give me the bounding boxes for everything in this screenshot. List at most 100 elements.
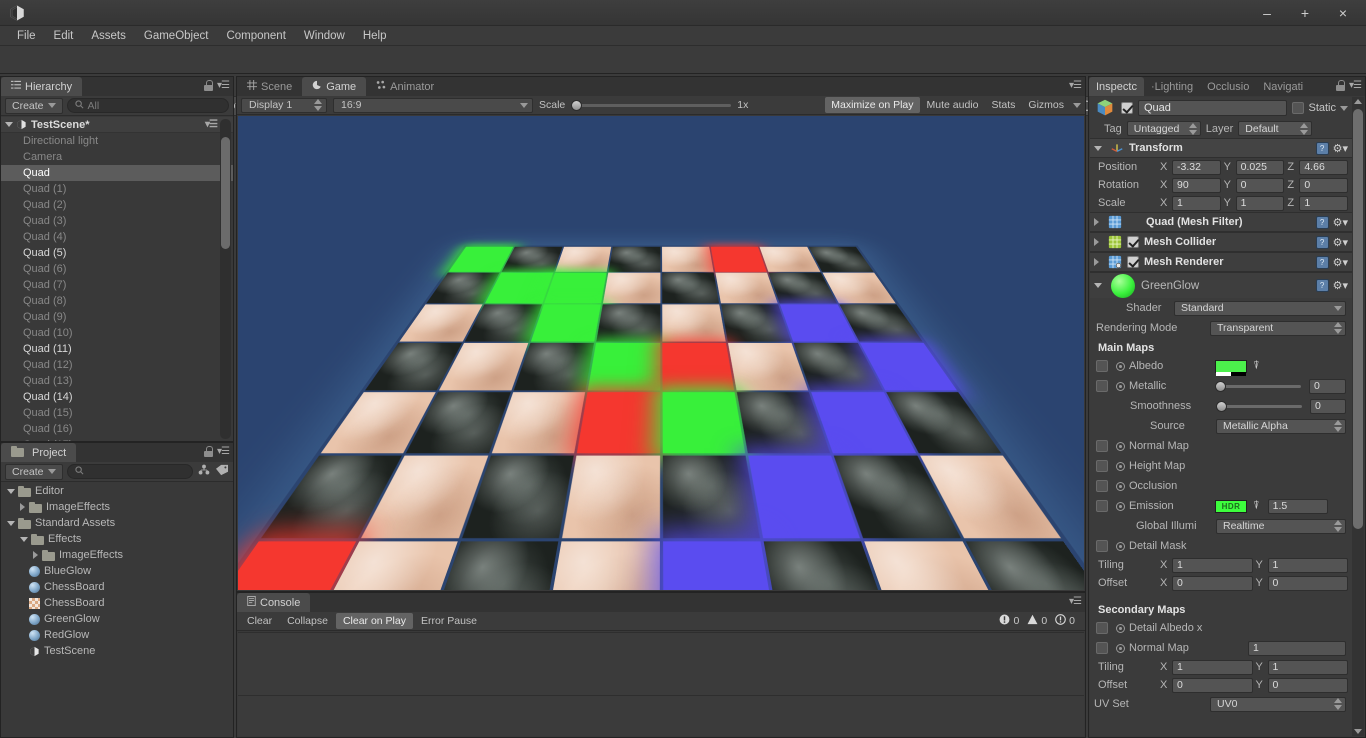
project-create-button[interactable]: Create: [5, 463, 63, 480]
metallic-slider-knob[interactable]: [1215, 380, 1226, 392]
detail-albedo-target-icon[interactable]: [1116, 623, 1125, 633]
transform-scale-x-input[interactable]: 1: [1172, 195, 1221, 211]
source-dropdown[interactable]: Metallic Alpha: [1216, 418, 1346, 434]
height-map-texture-slot[interactable]: [1096, 460, 1108, 472]
hierarchy-item[interactable]: Quad (15): [1, 405, 233, 421]
chevron-right-icon[interactable]: [33, 551, 38, 559]
game-render-viewport[interactable]: [238, 116, 1084, 590]
lock-icon[interactable]: [204, 80, 214, 91]
metallic-slider[interactable]: [1215, 380, 1301, 392]
project-item[interactable]: ImageEffects: [1, 499, 233, 515]
offset-y-input[interactable]: 0: [1267, 575, 1348, 591]
hierarchy-create-button[interactable]: Create: [5, 97, 63, 114]
hierarchy-scroll-thumb[interactable]: [221, 137, 230, 249]
tab-animator[interactable]: Animator: [366, 77, 444, 96]
hierarchy-item[interactable]: Quad (11): [1, 341, 233, 357]
project-search-input[interactable]: [66, 464, 193, 479]
minimize-button[interactable]: –: [1248, 0, 1286, 26]
emission-color-swatch[interactable]: HDR: [1215, 499, 1247, 513]
static-checkbox[interactable]: [1292, 102, 1305, 114]
occlusion-target-icon[interactable]: [1116, 481, 1125, 491]
eyedropper-icon[interactable]: ⍒: [1253, 500, 1260, 513]
project-item[interactable]: ChessBoard: [1, 579, 233, 595]
transform-scale-z-input[interactable]: 1: [1299, 195, 1349, 211]
hierarchy-item[interactable]: Quad (16): [1, 421, 233, 437]
hierarchy-item[interactable]: Quad (8): [1, 293, 233, 309]
maximize-button[interactable]: +: [1286, 0, 1324, 26]
shader-dropdown[interactable]: Standard: [1174, 300, 1346, 316]
material-header[interactable]: GreenGlow ? ⚙▾: [1090, 272, 1352, 298]
transform-component-header[interactable]: Transform ? ⚙▾: [1090, 138, 1352, 158]
component-enabled-checkbox[interactable]: [1127, 256, 1139, 268]
project-menu-icon[interactable]: ▾☰: [217, 446, 230, 457]
gizmos-dropdown[interactable]: Gizmos: [1022, 97, 1070, 113]
chevron-down-icon[interactable]: [1094, 145, 1102, 151]
transform-position-z-input[interactable]: 4.66: [1299, 159, 1349, 175]
component-header[interactable]: Mesh Renderer? ⚙▾: [1090, 252, 1352, 272]
inspector-scrollbar[interactable]: [1352, 97, 1364, 736]
sec-normal-value-input[interactable]: 1: [1248, 640, 1346, 656]
transform-rotation-y-input[interactable]: 0: [1235, 177, 1285, 193]
transform-scale-y-input[interactable]: 1: [1235, 195, 1285, 211]
component-header[interactable]: Quad (Mesh Filter)? ⚙▾: [1090, 212, 1352, 232]
chevron-right-icon[interactable]: [1094, 258, 1099, 266]
console-warning-counter[interactable]: 0: [1024, 614, 1050, 628]
project-item[interactable]: BlueGlow: [1, 563, 233, 579]
hierarchy-search-input[interactable]: All: [66, 98, 229, 113]
help-icon[interactable]: ?: [1315, 215, 1329, 229]
occlusion-texture-slot[interactable]: [1096, 480, 1108, 492]
hierarchy-item[interactable]: Quad (14): [1, 389, 233, 405]
component-enabled-checkbox[interactable]: [1127, 236, 1139, 248]
metallic-value-input[interactable]: 0: [1309, 378, 1346, 394]
rendering-mode-dropdown[interactable]: Transparent: [1210, 320, 1346, 336]
display-dropdown[interactable]: Display 1: [241, 97, 327, 113]
tab-navigation[interactable]: Navigati: [1256, 77, 1310, 96]
console-message-list[interactable]: [238, 632, 1084, 736]
hierarchy-item[interactable]: Quad (1): [1, 181, 233, 197]
lock-icon[interactable]: [1336, 80, 1346, 91]
filter-by-type-icon[interactable]: [197, 464, 211, 479]
hierarchy-item[interactable]: Quad (6): [1, 261, 233, 277]
transform-rotation-x-input[interactable]: 90: [1172, 177, 1221, 193]
sec-offset-x-input[interactable]: 0: [1172, 677, 1253, 693]
project-item[interactable]: Standard Assets: [1, 515, 233, 531]
albedo-color-swatch[interactable]: [1215, 359, 1247, 376]
albedo-texture-slot[interactable]: [1096, 360, 1108, 372]
chevron-down-icon[interactable]: [1094, 283, 1102, 288]
hierarchy-item[interactable]: Quad (7): [1, 277, 233, 293]
scroll-up-arrow-icon[interactable]: [1354, 99, 1362, 104]
project-list[interactable]: Editor ImageEffects Standard Assets Effects…: [1, 483, 233, 737]
layer-dropdown[interactable]: Default: [1238, 121, 1313, 136]
eyedropper-icon[interactable]: ⍒: [1253, 360, 1260, 373]
lock-icon[interactable]: [204, 446, 214, 457]
chevron-down-icon[interactable]: [1340, 105, 1348, 111]
hierarchy-item[interactable]: Quad (10): [1, 325, 233, 341]
emission-target-icon[interactable]: [1116, 501, 1125, 511]
gear-icon[interactable]: ⚙▾: [1333, 256, 1348, 269]
console-error-pause-toggle[interactable]: Error Pause: [414, 613, 484, 629]
emission-texture-slot[interactable]: [1096, 500, 1108, 512]
chevron-down-icon[interactable]: [5, 122, 13, 127]
console-info-counter[interactable]: 0: [1052, 614, 1078, 628]
chevron-down-icon[interactable]: [20, 536, 28, 542]
console-clear-on-play-toggle[interactable]: Clear on Play: [335, 613, 413, 629]
inspector-scroll-thumb[interactable]: [1353, 109, 1363, 529]
transform-rotation-z-input[interactable]: 0: [1299, 177, 1349, 193]
gear-icon[interactable]: ⚙▾: [1333, 236, 1348, 249]
project-item[interactable]: GreenGlow: [1, 611, 233, 627]
maximize-on-play-toggle[interactable]: Maximize on Play: [825, 97, 920, 113]
transform-position-x-input[interactable]: -3.32: [1172, 159, 1221, 175]
hierarchy-scene-row[interactable]: TestScene* ▾☰: [1, 117, 233, 133]
tab-project[interactable]: Project: [1, 443, 77, 462]
hierarchy-item[interactable]: Quad (5): [1, 245, 233, 261]
global-illum-dropdown[interactable]: Realtime: [1216, 518, 1346, 534]
hierarchy-item[interactable]: Quad (13): [1, 373, 233, 389]
sec-tiling-y-input[interactable]: 1: [1267, 659, 1348, 675]
project-item[interactable]: ChessBoard: [1, 595, 233, 611]
menu-component[interactable]: Component: [217, 28, 294, 44]
component-header[interactable]: Mesh Collider? ⚙▾: [1090, 232, 1352, 252]
help-icon[interactable]: ?: [1315, 141, 1329, 155]
scale-slider[interactable]: [571, 99, 732, 111]
tab-hierarchy[interactable]: Hierarchy: [1, 77, 83, 96]
tag-dropdown[interactable]: Untagged: [1126, 121, 1201, 136]
